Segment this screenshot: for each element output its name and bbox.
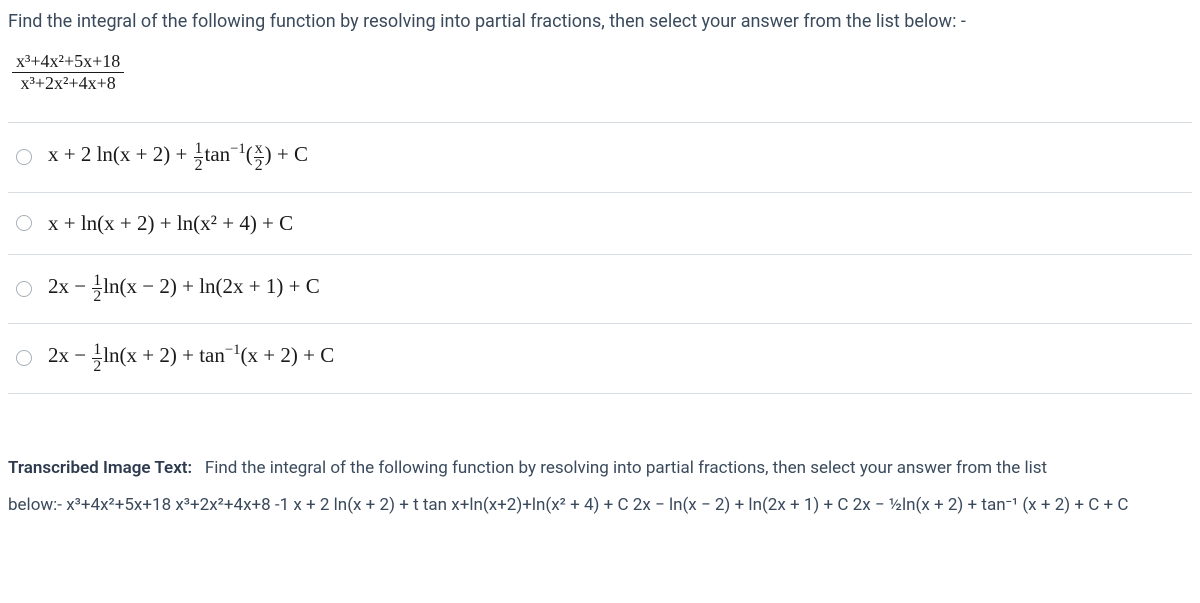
radio-icon[interactable] bbox=[16, 149, 32, 165]
option-a[interactable]: x + 2 ln(x + 2) + 12tan−1(x2) + C bbox=[8, 123, 1192, 193]
transcribed-section: Transcribed Image Text: Find the integra… bbox=[8, 450, 1192, 525]
option-d[interactable]: 2x − 12ln(x + 2) + tan−1(x + 2) + C bbox=[8, 324, 1192, 394]
transcribed-body-2: below:- x³+4x²+5x+18 x³+2x²+4x+8 -1 x + … bbox=[8, 495, 1128, 515]
integrand-denominator: x³+2x²+4x+8 bbox=[12, 73, 124, 94]
radio-icon[interactable] bbox=[16, 281, 32, 297]
option-c[interactable]: 2x − 12ln(x − 2) + ln(2x + 1) + C bbox=[8, 255, 1192, 325]
integrand-numerator: x³+4x²+5x+18 bbox=[12, 51, 124, 73]
question-text: Find the integral of the following funct… bbox=[8, 8, 1192, 35]
option-label-a: x + 2 ln(x + 2) + 12tan−1(x2) + C bbox=[48, 141, 308, 174]
option-b[interactable]: x + ln(x + 2) + ln(x² + 4) + C bbox=[8, 193, 1192, 255]
radio-icon[interactable] bbox=[16, 350, 32, 366]
integrand-fraction: x³+4x²+5x+18 x³+2x²+4x+8 bbox=[12, 51, 124, 94]
option-label-d: 2x − 12ln(x + 2) + tan−1(x + 2) + C bbox=[48, 342, 334, 375]
option-label-c: 2x − 12ln(x − 2) + ln(2x + 1) + C bbox=[48, 273, 320, 306]
radio-icon[interactable] bbox=[16, 215, 32, 231]
transcribed-body-1: Find the integral of the following funct… bbox=[205, 458, 1047, 478]
transcribed-title: Transcribed Image Text: bbox=[8, 458, 192, 478]
options-list: x + 2 ln(x + 2) + 12tan−1(x2) + C x + ln… bbox=[8, 122, 1192, 394]
option-label-b: x + ln(x + 2) + ln(x² + 4) + C bbox=[48, 211, 293, 236]
integrand-expression: x³+4x²+5x+18 x³+2x²+4x+8 bbox=[8, 51, 1192, 94]
